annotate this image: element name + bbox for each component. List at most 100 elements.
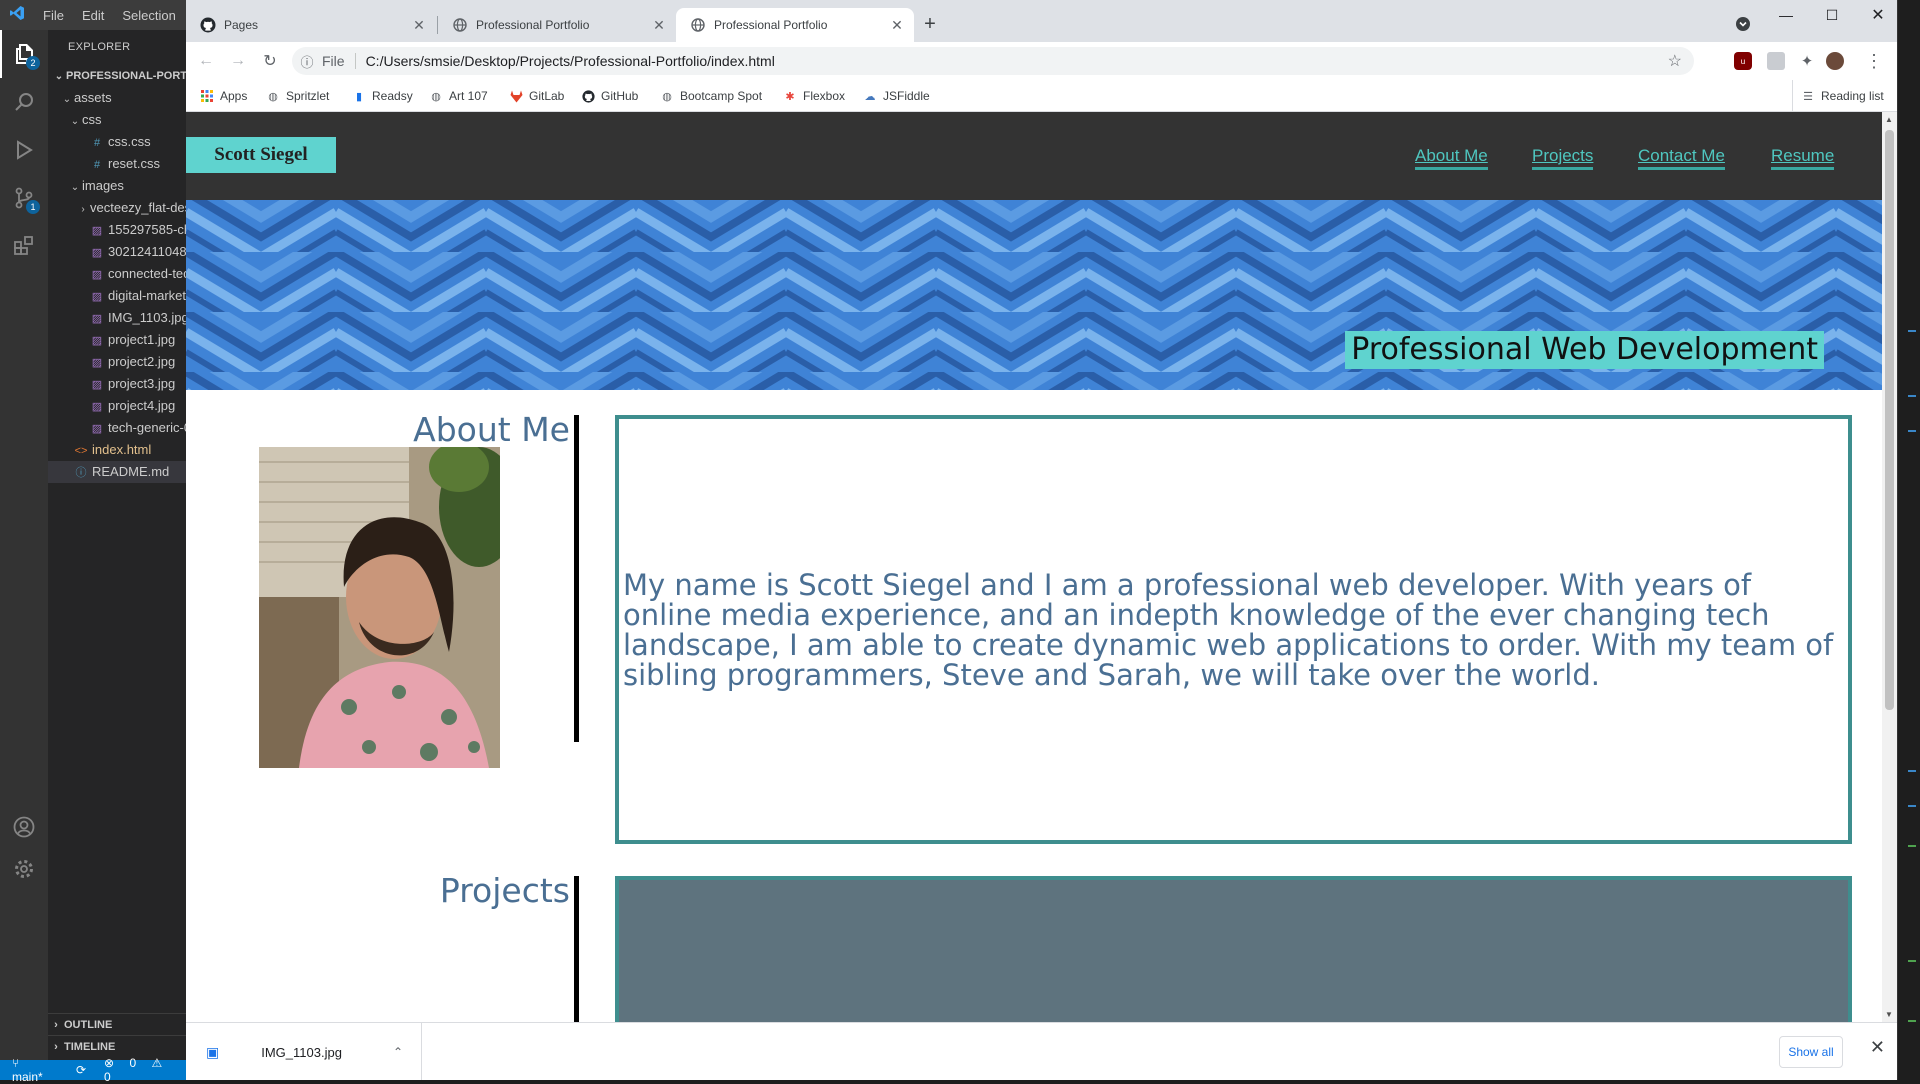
bookmark-bootcamp-spot[interactable]: ◍ Bootcamp Spot <box>660 80 762 112</box>
tree-item[interactable]: # reset.css <box>48 153 186 175</box>
menu-file[interactable]: File <box>34 8 73 23</box>
about-me-box: My name is Scott Siegel and I am a profe… <box>615 415 1852 844</box>
tree-item-label: index.html <box>92 442 152 457</box>
tab-portfolio-1[interactable]: Professional Portfolio ✕ <box>438 8 676 42</box>
info-icon[interactable]: ⓘ <box>292 52 322 71</box>
bookmark-readsy[interactable]: ▮ Readsy <box>352 80 413 112</box>
readsy-icon: ▮ <box>355 90 363 103</box>
bookmark-art-107[interactable]: ◍ Art 107 <box>429 80 488 112</box>
tree-item[interactable]: ▨ IMG_1103.jpg <box>48 307 186 329</box>
show-all-button[interactable]: Show all <box>1779 1036 1843 1068</box>
profile-avatar[interactable] <box>1826 52 1844 70</box>
bookmark-star-icon[interactable]: ☆ <box>1668 51 1682 71</box>
menu-edit[interactable]: Edit <box>73 8 113 23</box>
ublock-icon[interactable]: u <box>1734 52 1752 70</box>
close-icon[interactable]: ✕ <box>886 17 908 34</box>
close-icon[interactable]: ✕ <box>648 17 670 34</box>
extensions-icon[interactable] <box>0 222 48 270</box>
tree-item-label: reset.css <box>108 156 161 171</box>
tree-item[interactable]: ⌄ assets <box>48 87 186 109</box>
new-tab-button[interactable]: + <box>911 6 949 42</box>
site-header: Scott Siegel About Me Projects Contact M… <box>186 112 1882 200</box>
settings-gear-icon[interactable] <box>0 845 48 893</box>
tree-item[interactable]: ⌄ css <box>48 109 186 131</box>
reload-icon[interactable]: ↻ <box>256 47 284 75</box>
reading-list-button[interactable]: ☰ Reading list <box>1792 80 1884 112</box>
outline-panel[interactable]: › OUTLINE <box>48 1013 186 1035</box>
explorer-sidebar: EXPLORER ⌄PROFESSIONAL-PORTFOLIO⌄assets⌄… <box>48 30 186 1060</box>
scroll-down-icon[interactable]: ▼ <box>1885 1010 1893 1019</box>
tree-item-label: assets <box>74 90 112 105</box>
sync-icon[interactable]: ⟳ <box>70 1063 92 1077</box>
tree-item[interactable]: ▨ project1.jpg <box>48 329 186 351</box>
page-scrollbar[interactable]: ▲ ▼ <box>1882 112 1897 1022</box>
bookmark-apps[interactable]: Apps <box>200 80 247 112</box>
download-item[interactable]: ▣ IMG_1103.jpg ⌃ <box>186 1023 422 1080</box>
address-url[interactable]: C:/Users/smsie/Desktop/Projects/Professi… <box>366 53 775 69</box>
scm-badge: 1 <box>26 200 40 214</box>
image-file-icon: ▨ <box>91 401 103 413</box>
tree-item[interactable]: ▨ 30212411048_2 <box>48 241 186 263</box>
explorer-title: EXPLORER <box>68 41 131 53</box>
nav-about-me[interactable]: About Me <box>1415 146 1488 170</box>
extensions-puzzle-icon[interactable]: ✦ <box>1798 52 1816 70</box>
search-icon[interactable] <box>0 78 48 126</box>
tab-title: Pages <box>224 18 259 32</box>
tab-search-icon[interactable] <box>1728 6 1758 42</box>
run-debug-icon[interactable] <box>0 126 48 174</box>
tree-item[interactable]: # css.css <box>48 131 186 153</box>
close-icon[interactable]: ✕ <box>1870 1037 1885 1058</box>
bookmark-github[interactable]: GitHub <box>581 80 638 112</box>
bookmark-label: Readsy <box>372 89 413 103</box>
chevron-up-icon[interactable]: ⌃ <box>393 1045 403 1059</box>
bookmark-gitlab[interactable]: GitLab <box>509 80 564 112</box>
tab-pages[interactable]: Pages ✕ <box>186 8 436 42</box>
tab-portfolio-active[interactable]: Professional Portfolio ✕ <box>676 8 914 42</box>
back-arrow-icon[interactable]: ← <box>192 47 220 75</box>
image-file-icon: ▨ <box>91 225 103 237</box>
tree-item[interactable]: ▨ project3.jpg <box>48 373 186 395</box>
bookmark-spritzlet[interactable]: ◍ Spritzlet <box>266 80 329 112</box>
more-menu-icon[interactable]: ⋮ <box>1860 47 1888 75</box>
nav-projects[interactable]: Projects <box>1532 146 1594 170</box>
scroll-up-icon[interactable]: ▲ <box>1885 115 1893 124</box>
extension-tile-icon[interactable] <box>1767 52 1785 70</box>
minimize-icon[interactable]: — <box>1763 0 1809 30</box>
github-icon <box>581 89 595 103</box>
tree-item[interactable]: ⓘ README.md <box>48 461 186 483</box>
forward-arrow-icon[interactable]: → <box>224 47 252 75</box>
tree-item[interactable]: ▨ 155297585-chr <box>48 219 186 241</box>
bookmark-flexbox[interactable]: ✱ Flexbox <box>783 80 845 112</box>
account-icon[interactable] <box>0 803 48 851</box>
explorer-icon[interactable]: 2 <box>0 30 48 78</box>
bookmark-label: Bootcamp Spot <box>680 89 763 103</box>
address-bar[interactable]: ⓘ File C:/Users/smsie/Desktop/Projects/P… <box>292 47 1694 75</box>
explorer-badge: 2 <box>26 56 40 70</box>
scrollbar-thumb[interactable] <box>1885 130 1894 710</box>
tree-item[interactable]: ▨ connected-tech <box>48 263 186 285</box>
bookmark-jsfiddle[interactable]: ☁ JSFiddle <box>863 80 930 112</box>
info-file-icon: ⓘ <box>75 467 87 479</box>
nav-contact-me[interactable]: Contact Me <box>1638 146 1725 170</box>
tree-item[interactable]: › vecteezy_flat-design <box>48 197 186 219</box>
tree-item[interactable]: ▨ project2.jpg <box>48 351 186 373</box>
projects-box <box>615 876 1852 1022</box>
source-control-icon[interactable]: 1 <box>0 174 48 222</box>
menu-selection[interactable]: Selection <box>113 8 184 23</box>
nav-resume[interactable]: Resume <box>1771 146 1835 170</box>
tree-item[interactable]: <> index.html <box>48 439 186 461</box>
chrome-window: Pages ✕ Professional Portfolio ✕ Profess… <box>186 0 1897 1080</box>
tree-item[interactable]: ⌄ images <box>48 175 186 197</box>
timeline-panel[interactable]: › TIMELINE <box>48 1035 186 1057</box>
tree-item[interactable]: ⌄PROFESSIONAL-PORTFOLIO <box>48 65 186 87</box>
close-icon[interactable]: ✕ <box>408 17 430 34</box>
tree-item[interactable]: ▨ tech-generic-01 <box>48 417 186 439</box>
profile-photo <box>259 447 500 768</box>
window-close-icon[interactable]: ✕ <box>1855 0 1897 30</box>
maximize-icon[interactable]: ☐ <box>1809 0 1855 30</box>
apps-grid-icon <box>200 89 214 103</box>
vscode-titlebar: File Edit Selection <box>0 0 186 30</box>
site-brand[interactable]: Scott Siegel <box>186 137 336 173</box>
tree-item[interactable]: ▨ project4.jpg <box>48 395 186 417</box>
tree-item[interactable]: ▨ digital-marketing <box>48 285 186 307</box>
